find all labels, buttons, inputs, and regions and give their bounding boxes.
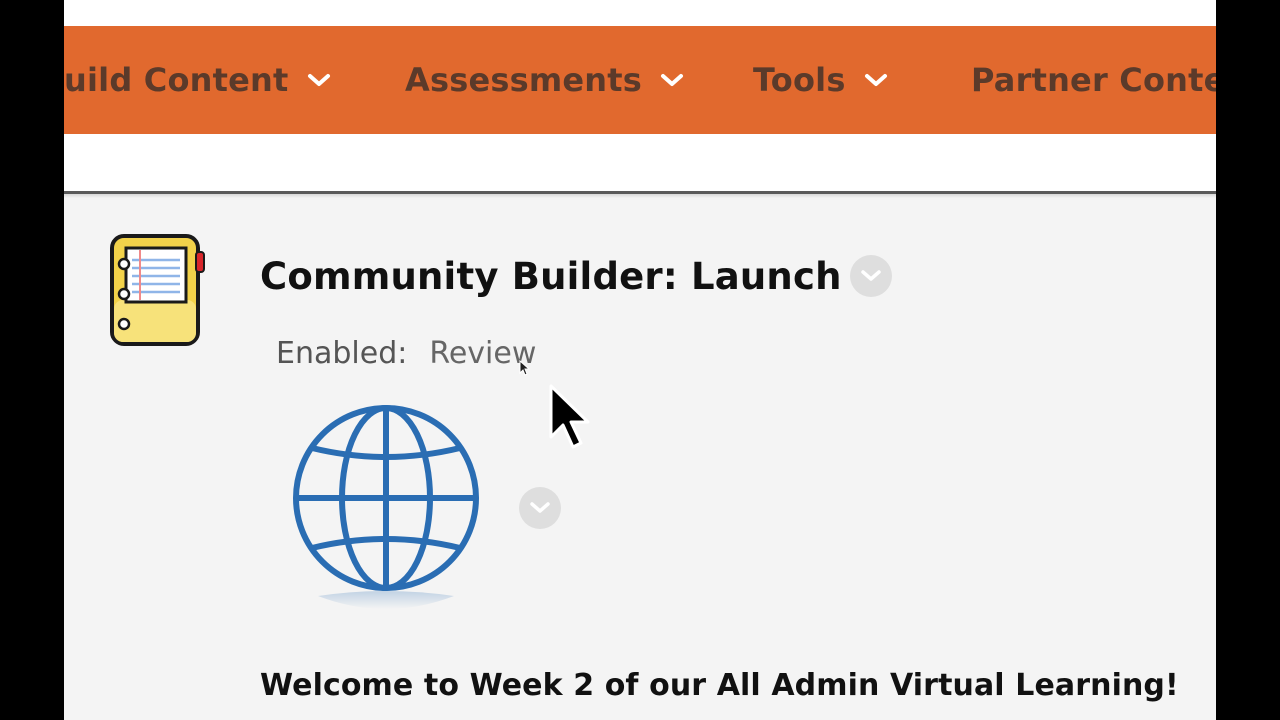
chevron-down-icon <box>864 72 888 88</box>
chevron-down-icon <box>307 72 331 88</box>
small-cursor-icon <box>519 360 531 376</box>
image-options-button[interactable] <box>519 487 561 529</box>
content-item-header: Community Builder: Launch <box>260 248 892 304</box>
menu-assessments[interactable]: Assessments <box>405 26 684 134</box>
action-bar <box>64 134 1216 191</box>
globe-icon[interactable] <box>288 400 484 630</box>
chevron-down-icon <box>860 270 881 281</box>
chevron-down-icon <box>530 502 550 513</box>
notebook-icon <box>110 234 206 346</box>
menu-tools-label: Tools <box>753 61 846 99</box>
divider-shadow <box>64 194 1216 198</box>
tracking-status: Enabled: Review <box>276 336 536 371</box>
content-item-title[interactable]: Community Builder: Launch <box>260 255 842 298</box>
mouse-cursor-icon <box>549 384 590 449</box>
menu-assessments-label: Assessments <box>405 61 643 99</box>
menu-tools[interactable]: Tools <box>753 26 888 134</box>
item-options-button[interactable] <box>849 255 892 297</box>
menu-partner-content[interactable]: Partner Conte <box>971 26 1216 134</box>
welcome-heading: Welcome to Week 2 of our All Admin Virtu… <box>260 668 1179 703</box>
course-page-frame: uild Content Assessments Tools Partner C… <box>64 0 1216 720</box>
menu-build-content[interactable]: uild Content <box>64 26 331 134</box>
course-menu-bar: uild Content Assessments Tools Partner C… <box>64 26 1216 134</box>
top-strip <box>64 0 1216 26</box>
menu-build-content-label: uild Content <box>64 61 289 99</box>
chevron-down-icon <box>660 72 684 88</box>
menu-partner-content-label: Partner Conte <box>971 61 1216 99</box>
enabled-label: Enabled: <box>276 336 408 371</box>
